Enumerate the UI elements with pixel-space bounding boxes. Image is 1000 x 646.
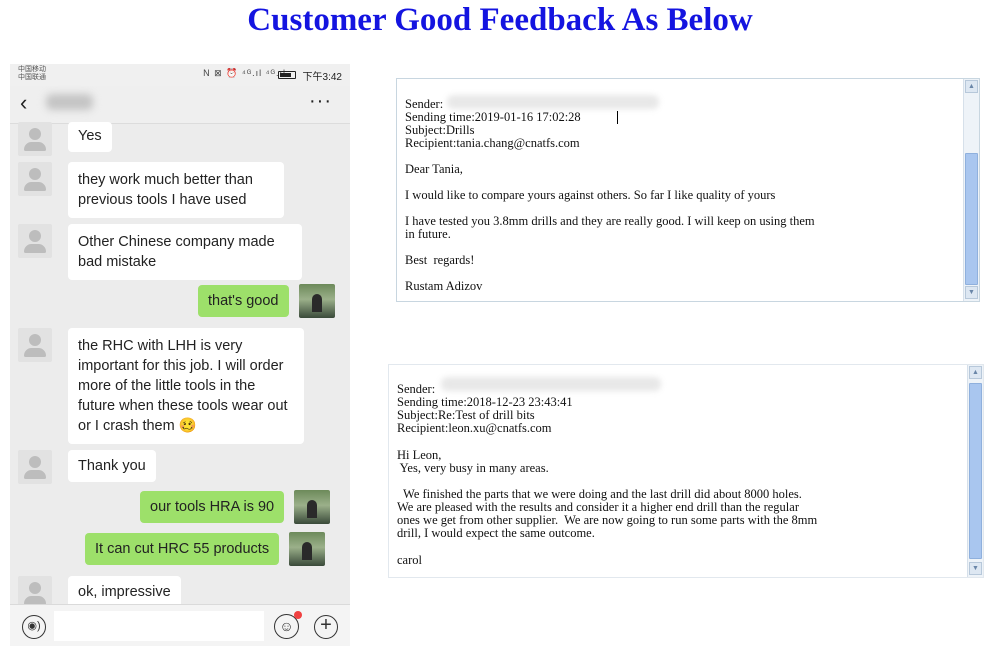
contact-avatar[interactable]	[18, 162, 52, 196]
text-caret	[617, 111, 618, 124]
chat-message: they work much better than previous tool…	[18, 162, 284, 218]
scroll-down-icon[interactable]: ▼	[969, 562, 982, 575]
email-body-line: drill, I would expect the same outcome.	[397, 526, 595, 540]
contact-avatar[interactable]	[18, 450, 52, 484]
chat-message: Thank you	[18, 450, 156, 484]
scrollbar[interactable]: ▲ ▼	[967, 365, 983, 577]
signal-icons: N ⊠ ⏰ ⁴ᴳ.ıl ⁴ᴳ.ıl	[203, 68, 286, 78]
scrollbar[interactable]: ▲ ▼	[963, 79, 979, 301]
message-bubble[interactable]: the RHC with LHH is very important for t…	[68, 328, 304, 444]
status-bar: 中国移动 中国联通 N ⊠ ⏰ ⁴ᴳ.ıl ⁴ᴳ.ıl 下午3:42	[10, 64, 350, 86]
user-avatar[interactable]	[289, 532, 326, 566]
chat-message: the RHC with LHH is very important for t…	[18, 328, 304, 444]
email-window-2: Sender: Sending time:2018-12-23 23:43:41…	[388, 364, 984, 578]
email-body-line: Yes, very busy in many areas.	[397, 461, 549, 475]
carrier-bottom: 中国联通	[18, 74, 46, 81]
scroll-thumb[interactable]	[965, 153, 978, 285]
email-window-1: Sender: Sending time:2019-01-16 17:02:28…	[396, 78, 980, 302]
email-signature: Rustam Adizov	[405, 279, 483, 293]
message-bubble[interactable]: Yes	[68, 122, 112, 152]
status-time: 下午3:42	[302, 72, 342, 83]
message-input[interactable]	[54, 611, 264, 641]
chat-message: Yes	[18, 122, 112, 156]
contact-name: Buchan	[46, 94, 94, 110]
chat-message: It can cut HRC 55 products	[85, 532, 326, 566]
page-headline: Customer Good Feedback As Below	[247, 2, 753, 38]
contact-avatar[interactable]	[18, 224, 52, 258]
email-body-line: I would like to compare yours against ot…	[405, 188, 776, 202]
email-greeting: Dear Tania,	[405, 162, 463, 176]
message-bubble[interactable]: Other Chinese company made bad mistake	[68, 224, 302, 280]
chat-header: ‹ Buchan ···	[10, 86, 350, 124]
redacted-sender	[441, 377, 661, 391]
chat-message: Other Chinese company made bad mistake	[18, 224, 302, 280]
message-bubble[interactable]: that's good	[198, 285, 289, 317]
email-body-line: in future.	[405, 227, 451, 241]
scroll-thumb[interactable]	[969, 383, 982, 559]
message-bubble[interactable]: It can cut HRC 55 products	[85, 533, 280, 565]
back-arrow-icon[interactable]: ‹	[20, 92, 27, 114]
scroll-down-icon[interactable]: ▼	[965, 286, 978, 299]
message-bubble[interactable]: our tools HRA is 90	[140, 491, 285, 523]
notification-dot	[294, 611, 302, 619]
message-bubble[interactable]: they work much better than previous tool…	[68, 162, 284, 218]
email-closing: Best regards!	[405, 253, 475, 267]
email-body-line: I have tested you 3.8mm drills and they …	[405, 214, 815, 228]
user-avatar[interactable]	[298, 284, 335, 318]
contact-avatar[interactable]	[18, 122, 52, 156]
carrier-top: 中国移动	[18, 66, 46, 73]
email-recipient: Recipient:leon.xu@cnatfs.com	[397, 421, 552, 435]
message-bubble[interactable]: Thank you	[68, 450, 156, 482]
contact-avatar[interactable]	[18, 328, 52, 362]
scroll-up-icon[interactable]: ▲	[965, 80, 978, 93]
email-signature: carol	[397, 553, 422, 567]
redacted-sender	[447, 95, 659, 109]
email-recipient: Recipient:tania.chang@cnatfs.com	[405, 136, 580, 150]
scroll-up-icon[interactable]: ▲	[969, 366, 982, 379]
voice-input-icon[interactable]: ◉)	[22, 615, 46, 639]
chat-message: our tools HRA is 90	[140, 490, 331, 524]
carrier-label: 中国移动 中国联通	[18, 66, 46, 82]
add-attachment-icon[interactable]: +	[314, 615, 338, 639]
user-avatar[interactable]	[294, 490, 331, 524]
more-options-icon[interactable]: ···	[309, 90, 332, 113]
battery-icon	[278, 71, 296, 79]
chat-input-bar: ◉) ☺ +	[10, 604, 350, 646]
chat-message: that's good	[198, 284, 335, 318]
chat-screenshot: 中国移动 中国联通 N ⊠ ⏰ ⁴ᴳ.ıl ⁴ᴳ.ıl 下午3:42 ‹ Buc…	[10, 64, 350, 646]
